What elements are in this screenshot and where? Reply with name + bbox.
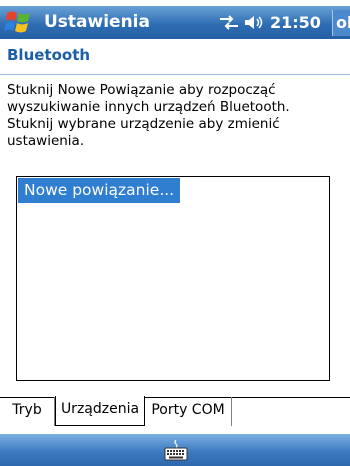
volume-icon[interactable] bbox=[243, 14, 265, 31]
instructions-text: Stuknij Nowe Powiązanie aby rozpocząć wy… bbox=[7, 82, 290, 149]
connectivity-icon[interactable] bbox=[218, 14, 240, 31]
page-header: Bluetooth bbox=[0, 39, 350, 75]
header-divider bbox=[0, 74, 350, 75]
page-title: Bluetooth bbox=[7, 46, 91, 64]
tab-bar: Tryb Urządzenia Porty COM bbox=[0, 396, 350, 434]
app-title: Ustawienia bbox=[44, 12, 150, 32]
ok-button[interactable]: ok bbox=[332, 10, 350, 36]
keyboard-icon[interactable] bbox=[163, 439, 189, 461]
title-bar: Ustawienia 21:50 ok bbox=[0, 6, 350, 39]
tab-urzadzenia[interactable]: Urządzenia bbox=[55, 396, 145, 426]
tab-porty-com[interactable]: Porty COM bbox=[145, 397, 232, 426]
tab-tryb[interactable]: Tryb bbox=[0, 397, 55, 426]
device-list[interactable]: Nowe powiązanie... bbox=[16, 176, 330, 381]
menu-bar bbox=[0, 434, 350, 466]
windows-flag-icon bbox=[4, 11, 30, 33]
new-pairing-item[interactable]: Nowe powiązanie... bbox=[18, 178, 181, 203]
clock[interactable]: 21:50 bbox=[270, 6, 321, 39]
start-button[interactable] bbox=[4, 8, 34, 37]
